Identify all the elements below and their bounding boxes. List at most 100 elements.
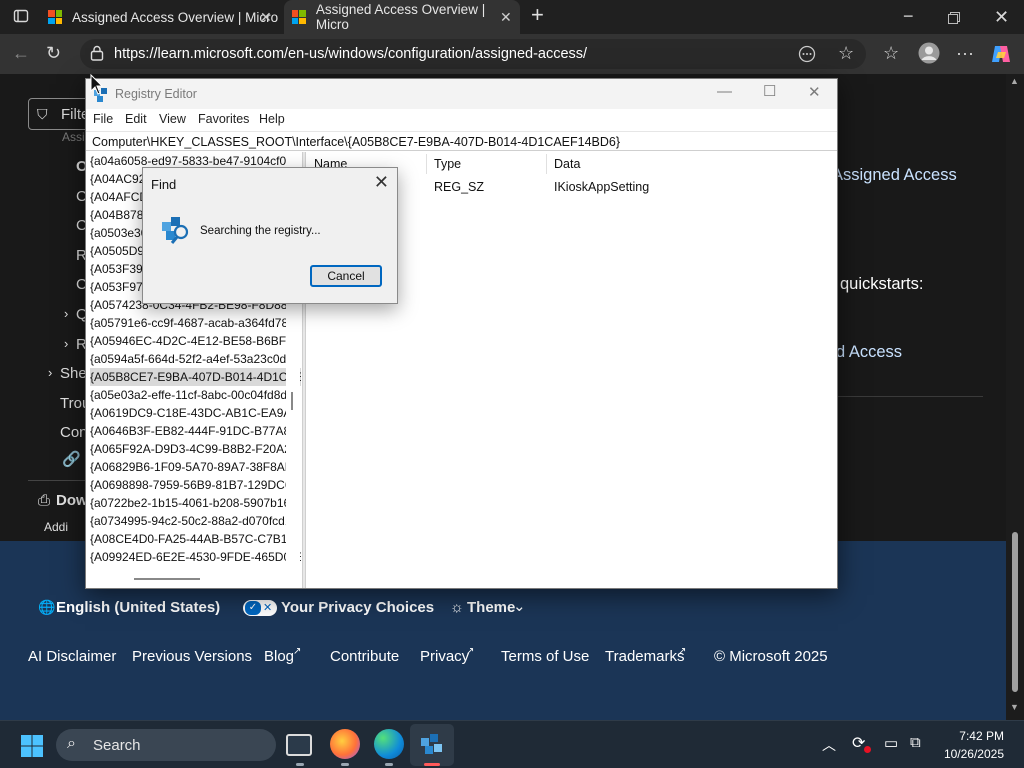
registry-key-item[interactable]: {A0646B3F-EB82-444F-91DC-B77A82 — [90, 422, 297, 440]
address-path-field[interactable]: Computer\HKEY_CLASSES_ROOT\Interface\{A0… — [86, 131, 837, 151]
registry-key-item[interactable]: {A08CE4D0-FA25-44AB-B57C-C7B1C — [90, 530, 296, 548]
nav-item[interactable]: Con — [60, 424, 88, 441]
tab-actions-icon[interactable] — [13, 8, 29, 27]
title-bar[interactable]: Registry Editor — ☐ ✕ — [86, 79, 837, 109]
copilot-icon[interactable] — [990, 43, 1012, 68]
tab-assigned-access-1[interactable]: Assigned Access Overview | Micro ✕ — [48, 0, 282, 34]
column-header-type[interactable]: Type — [434, 157, 461, 171]
registry-key-item[interactable]: {A0619DC9-C18E-43DC-AB1C-EA9AC — [90, 404, 300, 422]
registry-key-item[interactable]: {a0503e30 — [90, 224, 147, 242]
more-tools-icon[interactable] — [798, 45, 816, 66]
column-header-data[interactable]: Data — [554, 157, 580, 171]
nav-item[interactable]: Addi — [44, 520, 68, 534]
footer-link-privacy[interactable]: Privacy — [420, 648, 469, 665]
scroll-thumb[interactable] — [134, 578, 200, 580]
firefox-icon[interactable] — [330, 729, 360, 759]
network-icon[interactable]: ⧉ — [910, 734, 921, 751]
nav-item[interactable]: Assi — [62, 130, 85, 144]
scroll-thumb[interactable] — [1012, 532, 1018, 692]
footer-link-ai-disclaimer[interactable]: AI Disclaimer — [28, 648, 116, 665]
registry-key-item[interactable]: {A04AC92 — [90, 170, 145, 188]
value-type-cell[interactable]: REG_SZ — [434, 180, 484, 194]
new-tab-icon[interactable]: + — [531, 4, 544, 26]
footer-link-contribute[interactable]: Contribute — [330, 648, 399, 665]
registry-key-item[interactable]: {A065F92A-D9D3-4C99-B8B2-F20A25 — [90, 440, 297, 458]
maximize-icon[interactable]: ☐ — [763, 82, 776, 100]
link-icon[interactable]: 🔗 — [62, 450, 81, 468]
url-field[interactable]: https://learn.microsoft.com/en-us/window… — [80, 39, 866, 69]
edge-browser-icon[interactable] — [374, 729, 404, 759]
footer-link-trademarks[interactable]: Trademarks — [605, 648, 684, 665]
divider — [838, 396, 983, 397]
favorites-icon[interactable]: ☆ — [883, 44, 899, 62]
language-selector[interactable]: English (United States) — [56, 599, 220, 616]
close-window-icon[interactable]: ✕ — [994, 8, 1009, 26]
column-separator[interactable] — [426, 154, 427, 174]
privacy-choices-link[interactable]: Your Privacy Choices — [281, 599, 434, 616]
task-view-icon[interactable] — [286, 734, 312, 756]
close-tab-icon[interactable]: ✕ — [500, 9, 512, 26]
scroll-down-icon[interactable]: ▼ — [1010, 702, 1019, 712]
column-separator[interactable] — [546, 154, 547, 174]
menu-help[interactable]: Help — [259, 112, 285, 126]
chevron-up-icon[interactable]: ︿ — [822, 735, 836, 755]
footer-link-previous-versions[interactable]: Previous Versions — [132, 648, 252, 665]
scroll-thumb[interactable] — [291, 392, 293, 410]
refresh-icon[interactable]: ↻ — [46, 44, 61, 62]
download-icon[interactable]: ⎙ — [38, 492, 50, 509]
regedit-taskbar-icon[interactable] — [418, 731, 446, 764]
registry-key-item[interactable]: {a05e03a2-effe-11cf-8abc-00c04fd8d — [90, 386, 287, 404]
nav-item[interactable]: Dow — [56, 492, 88, 509]
close-tab-icon[interactable]: ✕ — [260, 9, 272, 26]
registry-key-item[interactable]: {a0734995-94c2-50c2-88a2-d070fcd1 — [90, 512, 292, 530]
registry-key-item[interactable]: {A053F397 — [90, 260, 149, 278]
chevron-right-icon[interactable]: › — [64, 306, 68, 321]
registry-key-item[interactable]: {a0594a5f-664d-52f2-a4ef-53a23c0de — [90, 350, 293, 368]
cancel-button[interactable]: Cancel — [310, 265, 382, 287]
registry-key-item[interactable]: {A06829B6-1F09-5A70-89A7-38F8AF7 — [90, 458, 299, 476]
running-indicator — [341, 763, 349, 766]
registry-key-item[interactable]: {A05B8CE7-E9BA-407D-B014-4D1CAE — [90, 368, 301, 386]
screen-capture-icon[interactable]: ▭ — [884, 734, 898, 752]
registry-key-item[interactable]: {a05791e6-cc9f-4687-acab-a364fd785 — [90, 314, 295, 332]
start-windows-icon[interactable] — [20, 734, 44, 763]
chevron-right-icon[interactable]: › — [48, 365, 52, 380]
value-data-cell[interactable]: IKioskAppSetting — [554, 180, 649, 194]
profile-avatar[interactable] — [918, 42, 940, 67]
search-icon: ⌕ — [67, 735, 76, 752]
close-icon[interactable]: ✕ — [808, 83, 821, 101]
footer-link-terms[interactable]: Terms of Use — [501, 648, 589, 665]
active-indicator — [424, 763, 440, 766]
footer-link-blog[interactable]: Blog — [264, 648, 294, 665]
favorite-star-icon[interactable]: ☆ — [838, 44, 854, 62]
tab-assigned-access-2[interactable]: Assigned Access Overview | Micro ✕ — [284, 0, 520, 34]
back-icon[interactable]: ← — [12, 44, 30, 62]
chevron-down-icon[interactable]: ⌄ — [513, 597, 526, 615]
menu-favorites[interactable]: Favorites — [198, 112, 249, 126]
taskbar-search-box[interactable]: ⌕ Search — [56, 729, 276, 761]
clock-date[interactable]: 10/26/2025 — [930, 747, 1004, 761]
settings-more-icon[interactable]: ··· — [956, 44, 974, 62]
registry-key-item[interactable]: {A0698898-7959-56B9-81B7-129DC6E — [90, 476, 300, 494]
running-indicator — [296, 763, 304, 766]
menu-edit[interactable]: Edit — [125, 112, 147, 126]
restore-icon[interactable] — [948, 9, 960, 27]
article-link[interactable]: d Access — [836, 343, 902, 362]
registry-key-item[interactable]: {A0505D9 — [90, 242, 144, 260]
minimize-icon[interactable]: — — [717, 83, 732, 100]
registry-key-item[interactable]: {a0722be2-1b15-4061-b208-5907b163 — [90, 494, 297, 512]
page-scrollbar[interactable]: ▲ ▼ — [1006, 74, 1024, 720]
clock-time[interactable]: 7:42 PM — [930, 729, 1004, 743]
chevron-right-icon[interactable]: › — [64, 336, 68, 351]
registry-key-item[interactable]: {A04AFCD — [90, 188, 148, 206]
tree-horizontal-scrollbar[interactable] — [86, 574, 286, 588]
minimize-icon[interactable]: − — [903, 7, 914, 25]
scroll-up-icon[interactable]: ▲ — [1010, 76, 1019, 86]
registry-key-item[interactable]: {A09924ED-6E2E-4530-9FDE-465D02E — [90, 548, 301, 566]
theme-selector[interactable]: Theme — [467, 599, 515, 616]
registry-key-item[interactable]: {A05946EC-4D2C-4E12-BE58-B6BF04 — [90, 332, 299, 350]
close-icon[interactable]: ✕ — [374, 172, 389, 193]
article-link[interactable]: Assigned Access — [832, 166, 957, 185]
menu-file[interactable]: File — [93, 112, 113, 126]
menu-view[interactable]: View — [159, 112, 186, 126]
